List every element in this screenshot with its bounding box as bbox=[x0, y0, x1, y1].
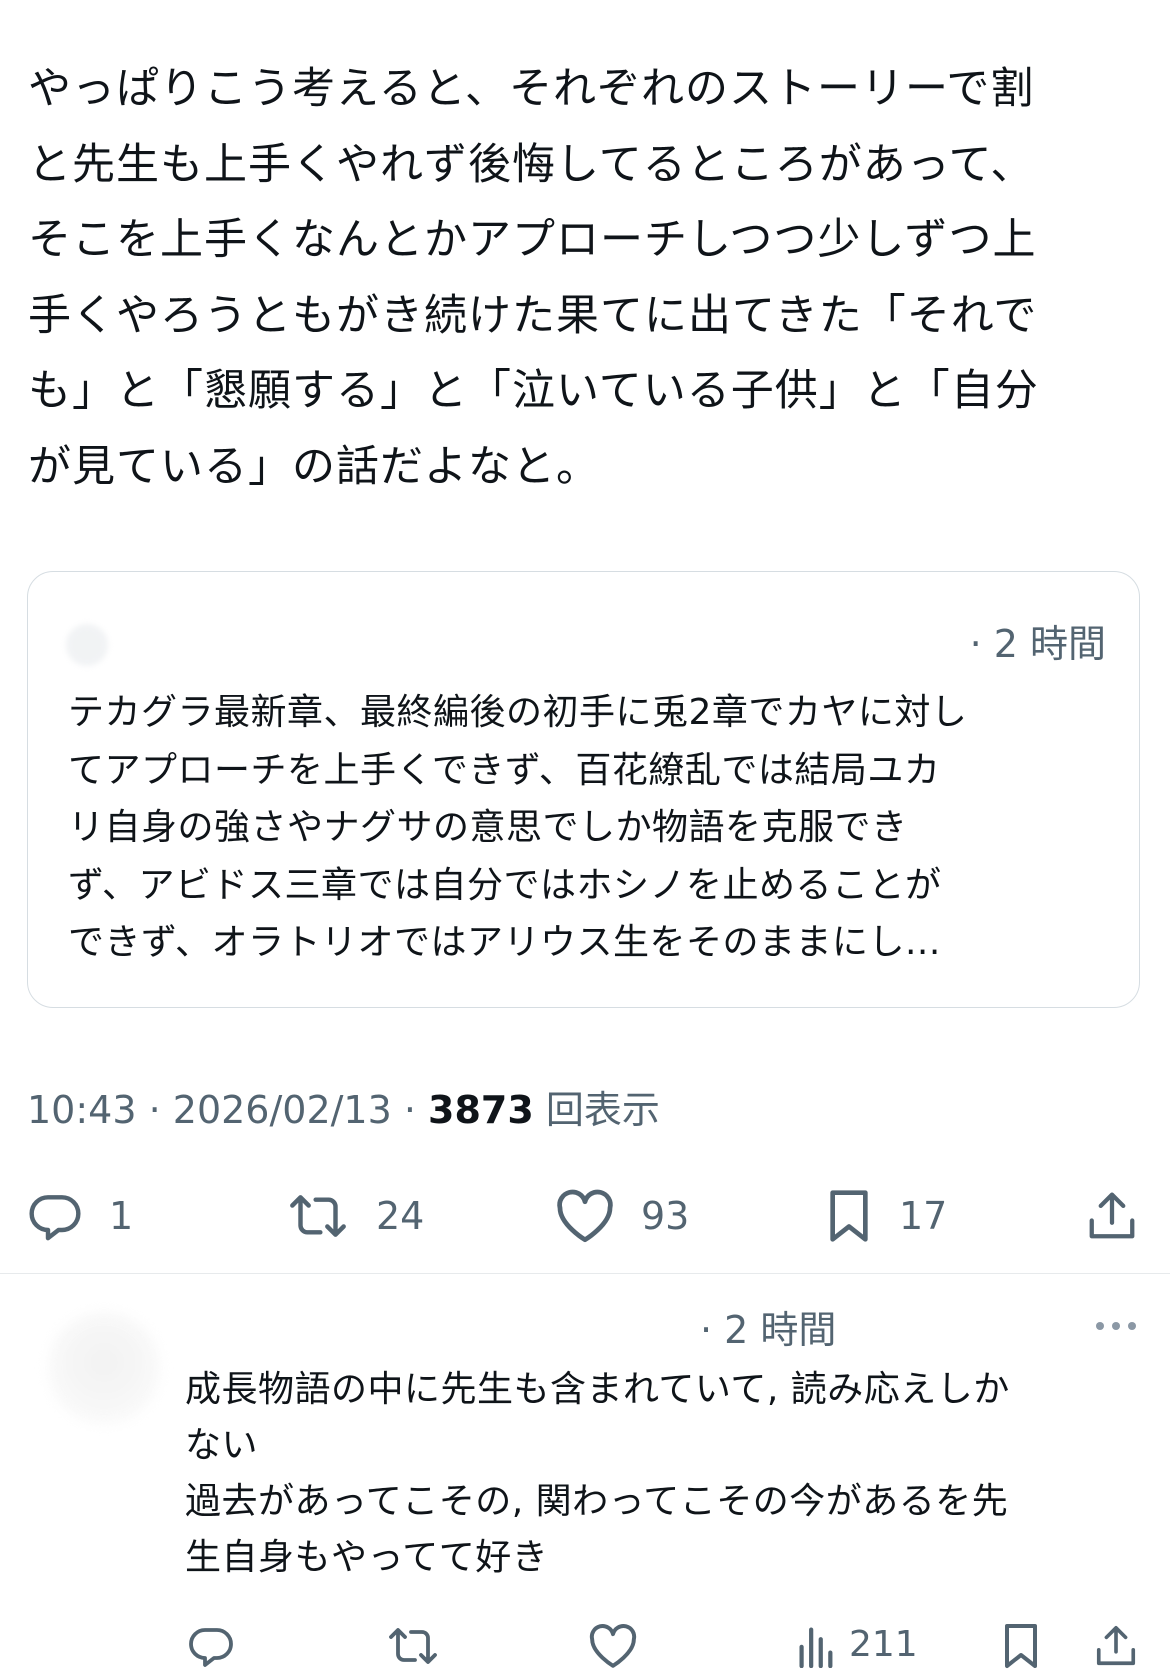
repost-count: 24 bbox=[376, 1194, 425, 1238]
quoted-post-time: · 2 時間 bbox=[939, 620, 1106, 668]
reply-post-repost-button[interactable] bbox=[385, 1622, 441, 1670]
reply-icon bbox=[29, 1195, 81, 1241]
meta-separator: · bbox=[391, 1088, 429, 1132]
like-button[interactable]: 93 bbox=[555, 1188, 689, 1244]
bookmark-count: 17 bbox=[899, 1194, 948, 1238]
reply-author-avatar[interactable] bbox=[48, 1312, 160, 1424]
view-count-label: 回表示 bbox=[545, 1088, 660, 1132]
view-count: 3873 bbox=[428, 1088, 534, 1132]
reply-count: 1 bbox=[109, 1194, 134, 1238]
reply-post-like-button[interactable] bbox=[588, 1622, 638, 1670]
share-icon bbox=[1096, 1625, 1136, 1666]
reply-post-share-button[interactable] bbox=[1093, 1622, 1139, 1670]
bookmark-icon bbox=[1005, 1624, 1037, 1668]
divider bbox=[0, 1273, 1170, 1274]
more-icon bbox=[1096, 1322, 1136, 1330]
post-text: やっぱりこう考えると、それぞれのストーリーで割 と先生も上手くやれず後悔してると… bbox=[28, 64, 1039, 492]
quoted-post-header: · 2 時間 bbox=[66, 620, 1106, 670]
meta-separator: · bbox=[136, 1088, 173, 1132]
quoted-post-text: テカグラ最新章、最終編後の初手に兎2章でカヤに対し てアプローチを上手くできず、… bbox=[68, 692, 968, 963]
share-icon bbox=[1089, 1192, 1135, 1239]
reply-post-bookmark-button[interactable] bbox=[1000, 1622, 1042, 1670]
post-date: 2026/02/13 bbox=[172, 1088, 392, 1132]
heart-icon bbox=[557, 1189, 613, 1243]
reply-icon bbox=[189, 1628, 233, 1667]
bookmark-icon bbox=[830, 1190, 868, 1242]
reply-author-name-obscured[interactable] bbox=[185, 1306, 705, 1354]
more-options-button[interactable] bbox=[1094, 1318, 1138, 1337]
reply-post-time: · 2 時間 bbox=[700, 1308, 837, 1352]
reply-button[interactable]: 1 bbox=[27, 1188, 133, 1244]
reply-post-views-button[interactable]: 211 bbox=[795, 1622, 918, 1668]
share-button[interactable] bbox=[1085, 1188, 1139, 1244]
quoted-author-name-obscured[interactable] bbox=[122, 622, 902, 666]
like-count: 93 bbox=[641, 1194, 690, 1238]
quoted-post-card[interactable]: · 2 時間 テカグラ最新章、最終編後の初手に兎2章でカヤに対し てアプローチを… bbox=[27, 571, 1140, 1008]
post-time: 10:43 bbox=[27, 1088, 137, 1132]
reply-post-text: 成長物語の中に先生も含まれていて, 読み応えしか ない 過去があってこその, 関… bbox=[185, 1369, 1010, 1578]
quoted-author-avatar[interactable] bbox=[66, 624, 108, 666]
post-meta: 10:43 · 2026/02/13 · 3873 回表示 bbox=[27, 1085, 660, 1135]
heart-icon bbox=[589, 1624, 637, 1668]
reply-post-view-count: 211 bbox=[849, 1624, 918, 1665]
analytics-icon bbox=[799, 1627, 833, 1668]
repost-button[interactable]: 24 bbox=[286, 1188, 424, 1244]
bookmark-button[interactable]: 17 bbox=[825, 1188, 947, 1244]
reply-post-reply-button[interactable] bbox=[187, 1622, 235, 1670]
repost-icon bbox=[290, 1195, 346, 1237]
repost-icon bbox=[389, 1628, 437, 1664]
